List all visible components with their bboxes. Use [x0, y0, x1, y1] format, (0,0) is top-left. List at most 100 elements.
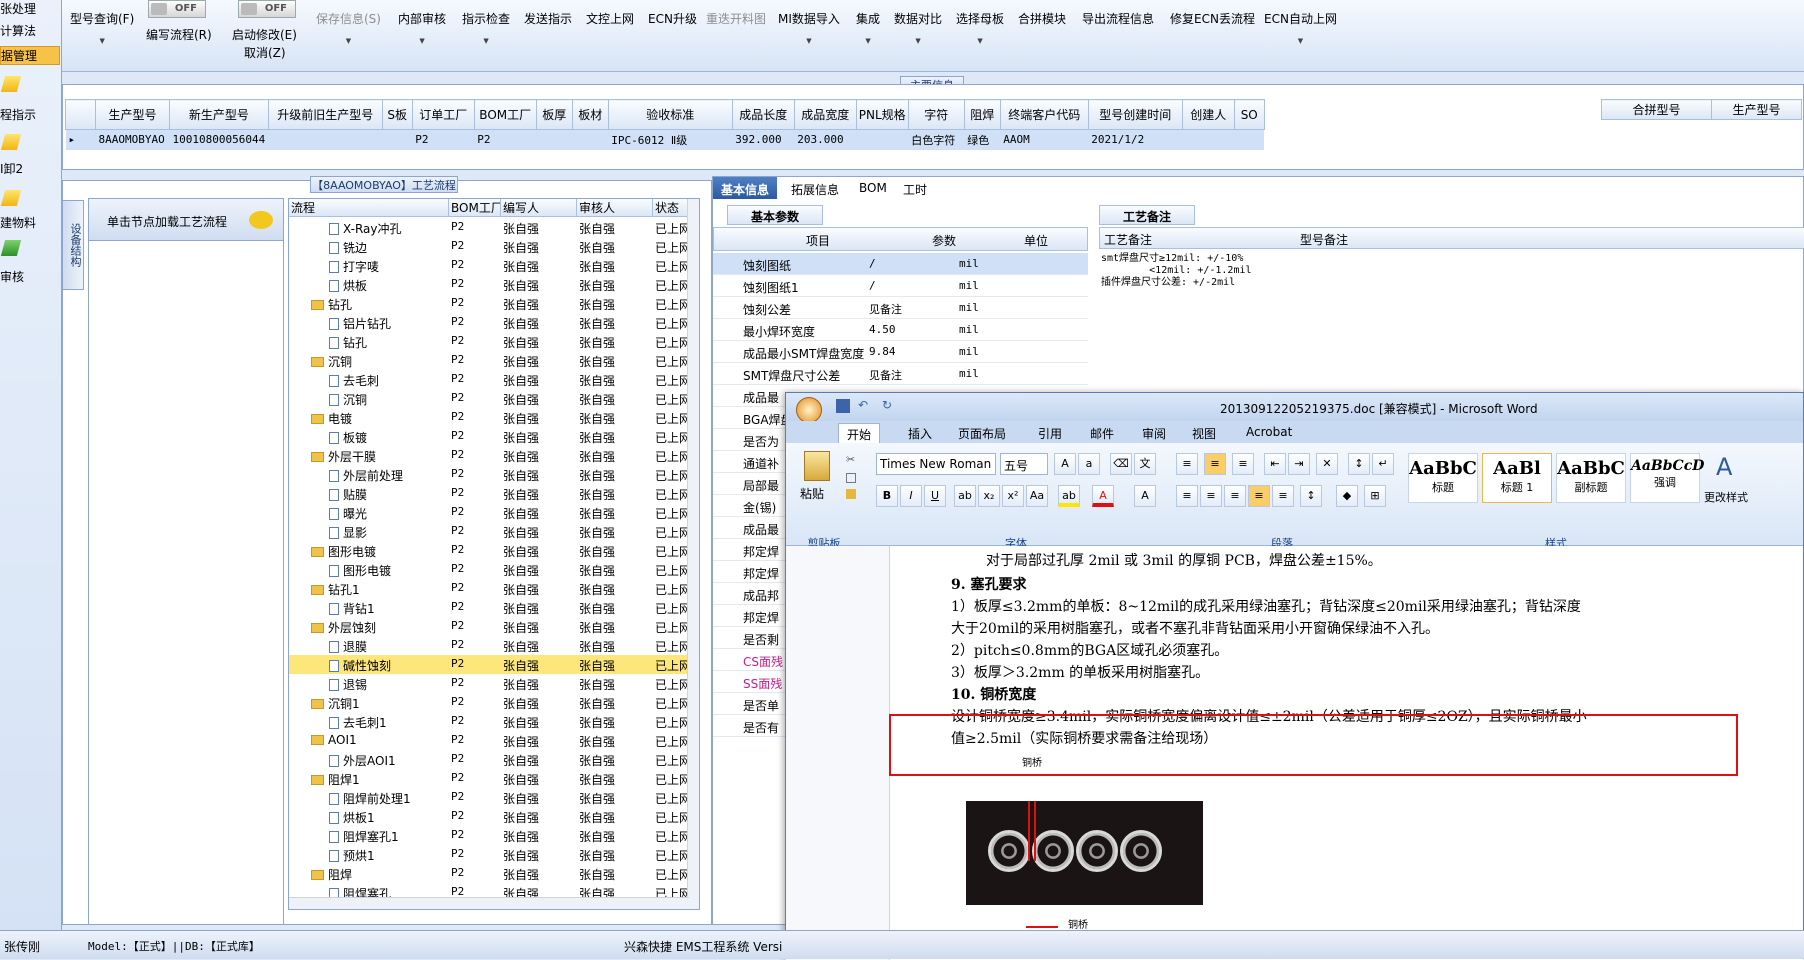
numbering-button[interactable]: ≡: [1204, 453, 1226, 475]
tab-insert[interactable]: 插入: [908, 425, 932, 442]
redo-icon[interactable]: ↻: [882, 398, 892, 412]
tree-row[interactable]: 退膜 P2 张自强 张自强 已上网: [289, 636, 687, 655]
param-row[interactable]: SMT焊盘尺寸公差 见备注 mil: [713, 363, 1088, 385]
send-instruction-button[interactable]: 发送指示: [524, 10, 572, 27]
col-header[interactable]: 字符: [907, 99, 965, 130]
tree-row[interactable]: 外层干膜 P2 张自强 张自强 已上网: [289, 446, 687, 465]
tree-row[interactable]: 贴膜 P2 张自强 张自强 已上网: [289, 484, 687, 503]
internal-review-button[interactable]: 内部审核 ▼: [398, 10, 446, 45]
col-header[interactable]: 单位: [1024, 232, 1048, 249]
col-header[interactable]: 终端客户代码: [999, 99, 1089, 130]
cell[interactable]: 203.000: [794, 130, 856, 150]
tree-scrollbar[interactable]: [687, 199, 699, 909]
style-subtitle[interactable]: AaBbC 副标题: [1556, 453, 1626, 503]
align-center-button[interactable]: ≡: [1200, 485, 1222, 507]
ecn-auto-online-button[interactable]: ECN自动上网 ▼: [1264, 10, 1337, 45]
col-header[interactable]: 生产型号: [95, 99, 170, 130]
tree-row[interactable]: 沉铜 P2 张自强 张自强 已上网: [289, 351, 687, 370]
tree-hscrollbar[interactable]: [289, 897, 689, 909]
highlight-button[interactable]: ab: [1058, 485, 1080, 507]
bold-button[interactable]: B: [876, 485, 898, 507]
data-compare-button[interactable]: 数据对比 ▼: [894, 10, 942, 45]
font-color-button[interactable]: A: [1092, 485, 1114, 507]
table-row[interactable]: ▸ 8AAOMOBYAO 10010800056044 P2 P2 IPC-60…: [65, 129, 1265, 150]
col-header[interactable]: 合拼型号: [1601, 99, 1712, 120]
tree-row[interactable]: 图形电镀 P2 张自强 张自强 已上网: [289, 541, 687, 560]
subscript-button[interactable]: x₂: [978, 485, 1000, 507]
save-info-button[interactable]: 保存信息(S) ▼: [316, 10, 381, 45]
start-edit-toggle[interactable]: OFF: [238, 0, 296, 18]
col-header[interactable]: 审核人: [577, 199, 653, 217]
style-title[interactable]: AaBbC 标题: [1408, 453, 1478, 503]
col-header[interactable]: BOM工厂: [473, 99, 537, 130]
param-row[interactable]: 蚀刻图纸 / mil: [713, 253, 1088, 275]
underline-button[interactable]: U: [924, 485, 946, 507]
tree-row[interactable]: 铣边 P2 张自强 张自强 已上网: [289, 237, 687, 256]
integrate-button[interactable]: 集成 ▼: [856, 10, 880, 45]
col-header[interactable]: 板材: [571, 99, 609, 130]
tree-row[interactable]: 外层AOI1 P2 张自强 张自强 已上网: [289, 750, 687, 769]
copy-icon[interactable]: [846, 473, 856, 483]
cancel-button[interactable]: 取消(Z): [244, 44, 286, 61]
tab-mailings[interactable]: 邮件: [1090, 425, 1114, 442]
cell[interactable]: 8AAOMOBYAO: [96, 130, 170, 150]
nav-item-4[interactable]: I卸2: [0, 160, 60, 177]
tree-row[interactable]: 曝光 P2 张自强 张自强 已上网: [289, 503, 687, 522]
style-heading1[interactable]: AaBl 标题 1: [1482, 453, 1552, 503]
paste-label[interactable]: 粘贴: [800, 485, 824, 502]
tab-acrobat[interactable]: Acrobat: [1246, 425, 1292, 439]
nav-item-3[interactable]: 程指示: [0, 106, 60, 123]
tree-row[interactable]: 外层蚀刻 P2 张自强 张自强 已上网: [289, 617, 687, 636]
col-header[interactable]: SO: [1233, 99, 1265, 130]
cell[interactable]: [1234, 130, 1264, 150]
format-painter-icon[interactable]: [846, 489, 856, 499]
tree-row[interactable]: 显影 P2 张自强 张自强 已上网: [289, 522, 687, 541]
tree-row[interactable]: 阻焊 P2 张自强 张自强 已上网: [289, 864, 687, 883]
change-style-icon[interactable]: A: [1716, 453, 1732, 481]
style-emphasis[interactable]: AaBbCcD 强调: [1630, 453, 1704, 503]
tree-row[interactable]: 阻焊前处理1 P2 张自强 张自强 已上网: [289, 788, 687, 807]
asian-layout-button[interactable]: ✕: [1316, 453, 1338, 475]
tree-row[interactable]: 烘板 P2 张自强 张自强 已上网: [289, 275, 687, 294]
tree-row[interactable]: 沉铜 P2 张自强 张自强 已上网: [289, 389, 687, 408]
tree-row[interactable]: 烘板1 P2 张自强 张自强 已上网: [289, 807, 687, 826]
export-flow-button[interactable]: 导出流程信息: [1082, 10, 1154, 27]
bullets-button[interactable]: ≡: [1176, 453, 1198, 475]
col-header[interactable]: 参数: [932, 232, 956, 249]
ecn-upgrade-button[interactable]: ECN升级: [648, 10, 697, 27]
comment-icon[interactable]: [249, 211, 273, 229]
shading-button[interactable]: ◆: [1336, 485, 1358, 507]
instruction-check-button[interactable]: 指示检查 ▼: [462, 10, 510, 45]
tab-bom[interactable]: BOM: [851, 177, 895, 199]
phonetic-button[interactable]: 文: [1134, 453, 1156, 475]
col-header[interactable]: 板厚: [535, 99, 573, 130]
select-mother-board-button[interactable]: 选择母板 ▼: [956, 10, 1004, 45]
cell[interactable]: 392.000: [732, 130, 794, 150]
cell[interactable]: IPC-6012 Ⅱ级: [608, 130, 732, 150]
model-query-button[interactable]: 型号查询(F) ▼: [70, 10, 134, 45]
italic-button[interactable]: I: [900, 485, 922, 507]
tree-row[interactable]: 碱性蚀刻 P2 张自强 张自强 已上网: [289, 655, 687, 674]
cell[interactable]: 2021/1/2: [1088, 130, 1182, 150]
process-notes[interactable]: smt焊盘尺寸≥12mil: +/-10% <12mil: +/-1.2mil 插…: [1101, 253, 1252, 289]
tree-row[interactable]: 板镀 P2 张自强 张自强 已上网: [289, 427, 687, 446]
param-value[interactable]: 4.50: [869, 323, 953, 336]
cell[interactable]: [536, 130, 572, 150]
multilevel-button[interactable]: ≡: [1232, 453, 1254, 475]
col-header[interactable]: S板: [381, 99, 413, 130]
cell[interactable]: 绿色: [964, 130, 1000, 150]
cell[interactable]: P2: [474, 130, 536, 150]
tab-review[interactable]: 审阅: [1142, 425, 1166, 442]
param-value[interactable]: 见备注: [869, 367, 953, 383]
tree-row[interactable]: X-Ray冲孔 P2 张自强 张自强 已上网: [289, 218, 687, 237]
char-shading-button[interactable]: A: [1134, 485, 1156, 507]
strike-button[interactable]: ab: [954, 485, 976, 507]
col-header[interactable]: 型号创建时间: [1087, 99, 1183, 130]
save-icon[interactable]: [836, 399, 850, 413]
font-name-select[interactable]: Times New Roman: [876, 453, 996, 475]
doc-online-button[interactable]: 文控上网: [586, 10, 634, 27]
tree-row[interactable]: 电镀 P2 张自强 张自强 已上网: [289, 408, 687, 427]
tree-row[interactable]: 钻孔 P2 张自强 张自强 已上网: [289, 294, 687, 313]
fix-ecn-button[interactable]: 修复ECN丢流程: [1170, 10, 1255, 27]
show-marks-button[interactable]: ↵: [1372, 453, 1394, 475]
